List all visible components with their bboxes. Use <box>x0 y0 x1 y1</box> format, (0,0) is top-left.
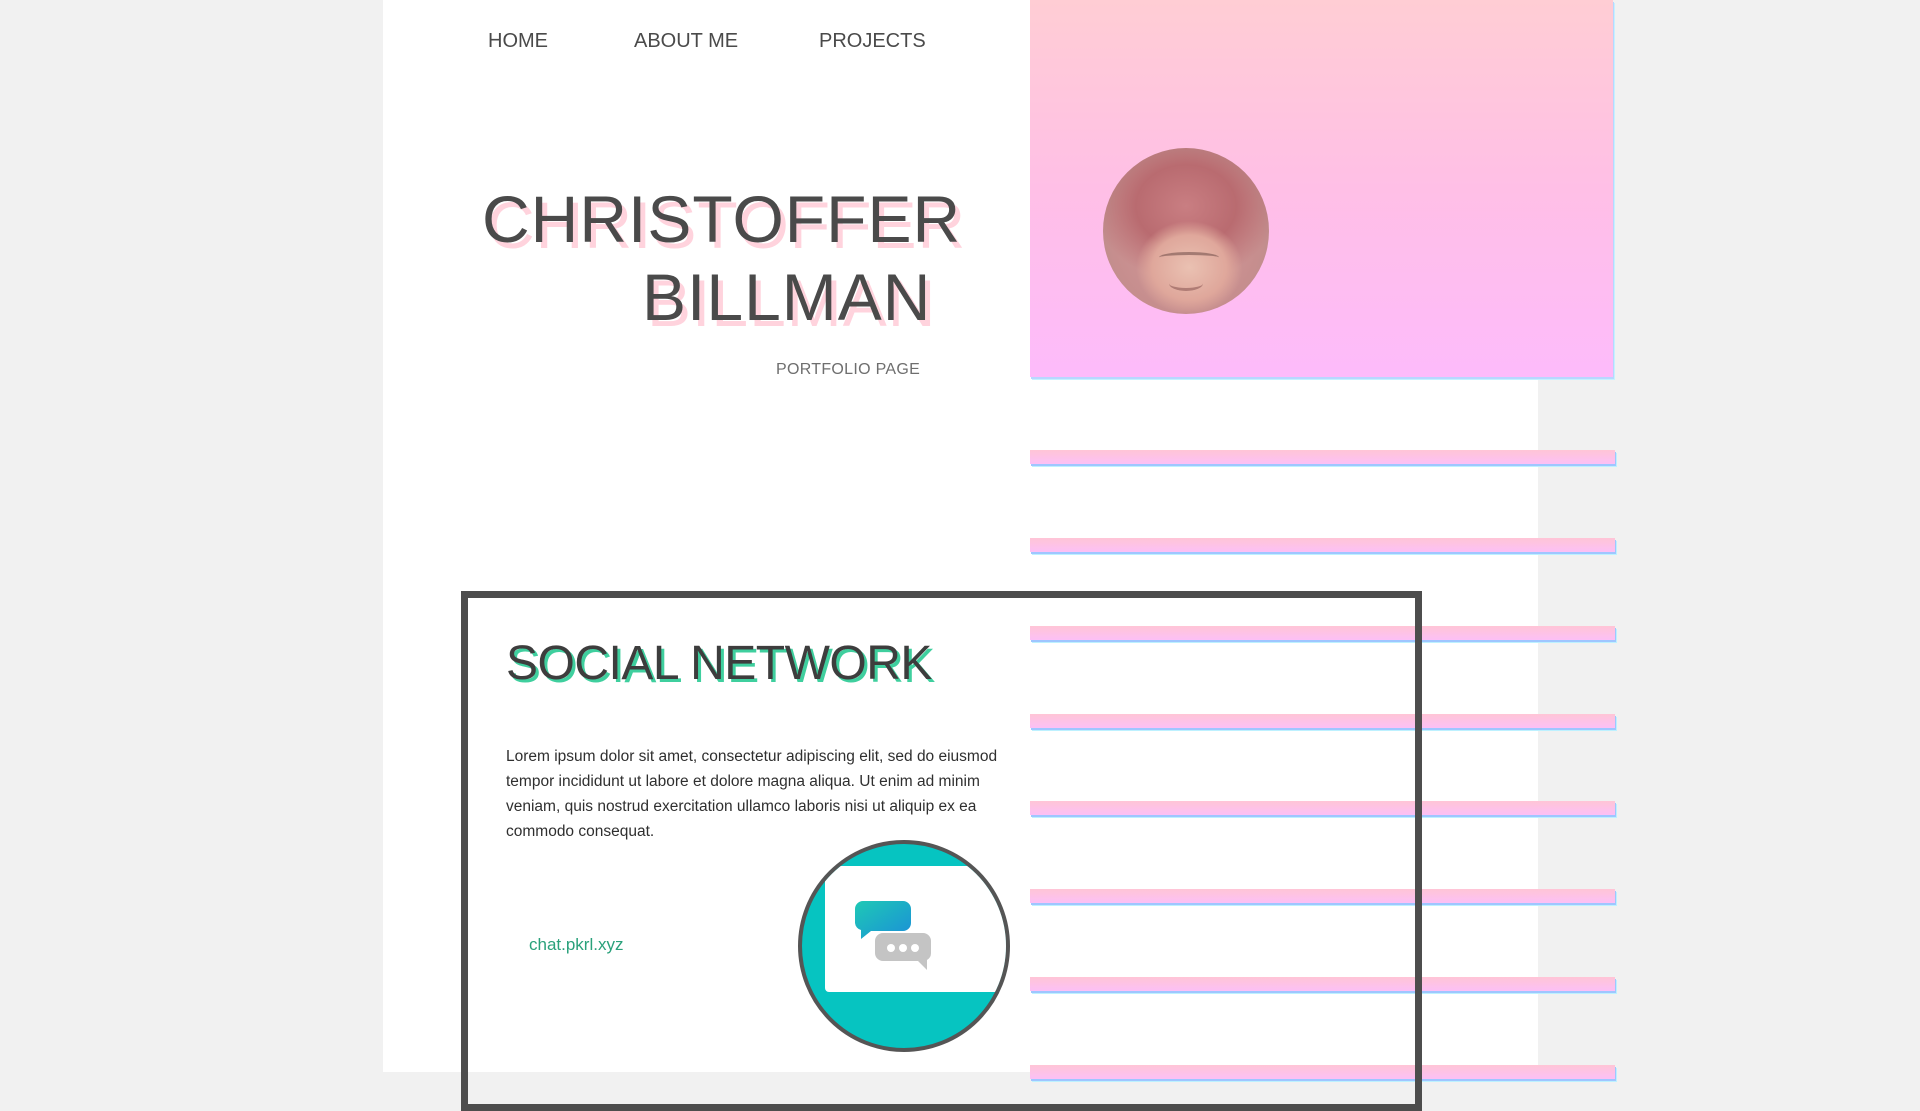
name-first-line: CHRISTOFFER <box>482 182 962 256</box>
project-preview-image[interactable] <box>798 840 1010 1052</box>
decorative-stripe <box>1030 450 1615 464</box>
nav-home-link[interactable]: HOME <box>488 30 548 53</box>
nav-projects-link[interactable]: PROJECTS <box>819 30 926 53</box>
profile-photo-avatar <box>1103 148 1269 314</box>
project-link[interactable]: chat.pkrl.xyz <box>529 935 623 955</box>
avatar-smile <box>1169 276 1203 291</box>
chat-bubbles-icon <box>855 901 932 970</box>
nav-about-me-link[interactable]: ABOUT ME <box>634 30 738 53</box>
project-description: Lorem ipsum dolor sit amet, consectetur … <box>506 748 998 840</box>
portfolio-subtitle: PORTFOLIO PAGE <box>776 361 921 378</box>
name-second-line: BILLMAN <box>642 260 932 334</box>
project-title: SOCIAL NETWORK <box>506 637 932 690</box>
decorative-stripe <box>1030 538 1615 552</box>
avatar-eyes <box>1159 252 1219 263</box>
